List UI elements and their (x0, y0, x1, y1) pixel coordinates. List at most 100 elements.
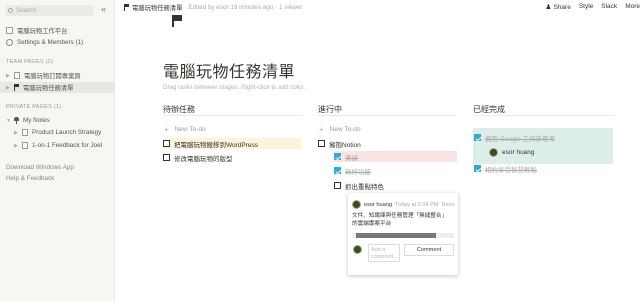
column-divider (163, 115, 302, 116)
settings-members[interactable]: Settings & Members (1) (6, 39, 83, 46)
avatar (489, 148, 498, 157)
todo-item[interactable]: 抓出重點特色 (334, 180, 384, 191)
sidebar-item-label: Product Launch Strategy (32, 129, 102, 136)
more-button[interactable]: More (625, 3, 640, 11)
comment-body: 文件、知識庫與任務管理「無縫整合」的雲端專案平台 (352, 213, 448, 227)
gear-icon (6, 39, 13, 46)
todo-text[interactable]: 擁抱 Google 工作新思考 (485, 133, 555, 143)
private-pages-title[interactable]: PRIVATE PAGES (1) (6, 104, 61, 110)
search-placeholder: Search (16, 7, 36, 14)
sidebar: Search « 電腦玩物工作平台 Settings & Members (1)… (0, 0, 115, 301)
expand-triangle-icon[interactable]: ▶ (6, 73, 11, 79)
page-flag-icon[interactable] (172, 15, 182, 27)
comment-author: esor huang (502, 149, 535, 156)
avatar (352, 200, 361, 209)
column-divider (473, 115, 613, 116)
edited-status: Edited by esor 19 minutes ago · 1 viewer (188, 4, 303, 11)
download-app-link[interactable]: Download Windows App (6, 164, 74, 171)
new-todo-label: New To-do (329, 126, 361, 133)
todo-item[interactable]: 相約享受智慧輕鬆 (474, 163, 537, 174)
todo-text[interactable]: 修改電腦玩物的版型 (174, 153, 233, 163)
todo-text[interactable]: 擁抱Notion (329, 139, 361, 149)
sidebar-item-label: My Notes (23, 117, 50, 124)
todo-text[interactable]: 測試 (345, 152, 358, 162)
checkbox[interactable] (318, 140, 325, 147)
new-todo-button[interactable]: + New To-do (164, 125, 206, 134)
sidebar-item-product-launch[interactable]: ▶ Product Launch Strategy (14, 129, 101, 136)
todo-text[interactable]: 相約享受智慧輕鬆 (485, 164, 537, 174)
collapse-triangle-icon[interactable]: ▼ (6, 118, 11, 124)
sidebar-item-label: 電腦玩物訂閱專案頁 (24, 73, 81, 80)
pin-icon (14, 117, 19, 124)
workspace-switcher[interactable]: 電腦玩物工作平台 (6, 26, 67, 35)
comment-author: esor huang (364, 201, 392, 208)
column-divider (318, 115, 457, 116)
horizontal-scrollbar[interactable] (352, 233, 454, 238)
todo-item[interactable]: 測試 (334, 151, 457, 162)
todo-text[interactable]: 抓出重點特色 (345, 181, 384, 191)
todo-item[interactable]: 修改電腦玩物的版型 (163, 152, 233, 163)
new-todo-button[interactable]: + New To-do (319, 125, 361, 134)
todo-item[interactable]: 寫好功能 (334, 165, 371, 176)
breadcrumb[interactable]: 電腦玩物任務清單 (132, 3, 182, 12)
flag-icon (14, 84, 19, 91)
sidebar-item-team-page-2[interactable]: ▶ 電腦玩物任務清單 (0, 82, 114, 93)
todo-item[interactable]: 擁抱 Google 工作新思考 (474, 132, 555, 143)
flag-icon (124, 4, 129, 11)
sidebar-item-label: 電腦玩物任務清單 (23, 85, 74, 92)
comment-popup: esor huang Today at 2:04 PM Revo 文件、知識庫與… (348, 193, 458, 275)
page-hint: Drag tasks between stages. Right-click t… (163, 84, 306, 91)
share-button[interactable]: ♟ Share (545, 3, 571, 11)
column-title-done[interactable]: 已經完成 (473, 104, 505, 115)
top-actions: ♟ Share Style Slack More (545, 3, 640, 11)
page-title[interactable]: 電腦玩物任務清單 (163, 58, 295, 82)
checkbox-checked[interactable] (334, 153, 341, 160)
sidebar-item-team-page-1[interactable]: ▶ 電腦玩物訂閱專案頁 (6, 71, 81, 80)
new-todo-label: New To-do (174, 126, 206, 133)
comment-button[interactable]: Comment (404, 244, 454, 256)
collapse-sidebar-icon[interactable]: « (101, 4, 106, 14)
team-pages-title[interactable]: TEAM PAGES (2) (6, 59, 53, 65)
expand-triangle-icon[interactable]: ▶ (14, 130, 19, 136)
expand-triangle-icon[interactable]: ▶ (14, 143, 19, 149)
todo-item[interactable]: 擁抱Notion (318, 138, 361, 149)
slack-button[interactable]: Slack (601, 3, 617, 11)
checkbox[interactable] (163, 140, 170, 147)
search-input[interactable]: Search (5, 5, 93, 16)
plus-icon: + (319, 125, 324, 134)
page-icon (22, 142, 28, 149)
sidebar-item-my-notes[interactable]: ▼ My Notes (6, 117, 50, 124)
todo-text[interactable]: 寫好功能 (345, 166, 371, 176)
workspace-name: 電腦玩物工作平台 (17, 28, 68, 35)
search-icon (8, 8, 13, 13)
todo-item[interactable]: 把電腦玩物搬移到WordPress (163, 138, 301, 149)
todo-text[interactable]: 把電腦玩物搬移到WordPress (174, 139, 258, 149)
checkbox-checked[interactable] (334, 167, 341, 174)
checkbox[interactable] (334, 182, 341, 189)
share-label: Share (553, 4, 571, 11)
topbar: 電腦玩物任務清單 Edited by esor 19 minutes ago ·… (116, 0, 640, 15)
checkbox[interactable] (163, 154, 170, 161)
comment-time: Today at 2:04 PM (395, 201, 439, 208)
style-button[interactable]: Style (579, 3, 593, 11)
expand-triangle-icon[interactable]: ▶ (6, 85, 11, 91)
scrollbar-thumb[interactable] (356, 233, 436, 238)
column-title-in-progress[interactable]: 進行中 (318, 104, 342, 115)
checkbox-checked[interactable] (474, 134, 481, 141)
comment-author-row: esor huang (489, 148, 535, 157)
settings-label: Settings & Members (1) (17, 39, 84, 46)
comment-header: esor huang Today at 2:04 PM Revo (352, 200, 455, 209)
checkbox-checked[interactable] (474, 165, 481, 172)
page-icon (22, 129, 28, 136)
page-icon (14, 72, 20, 79)
sidebar-item-feedback[interactable]: ▶ 1-on-1 Feedback for Joel (14, 142, 102, 149)
comment-input[interactable]: Add a comment... (368, 244, 400, 262)
comment-time-extra: Revo (441, 201, 455, 208)
avatar (353, 245, 362, 254)
column-title-todo[interactable]: 待辦任務 (163, 104, 195, 115)
sidebar-item-label: 1-on-1 Feedback for Joel (32, 142, 103, 149)
plus-icon: + (164, 125, 169, 134)
workspace-icon (6, 27, 13, 34)
people-icon: ♟ (545, 4, 552, 11)
help-feedback-link[interactable]: Help & Feedback (6, 175, 54, 182)
